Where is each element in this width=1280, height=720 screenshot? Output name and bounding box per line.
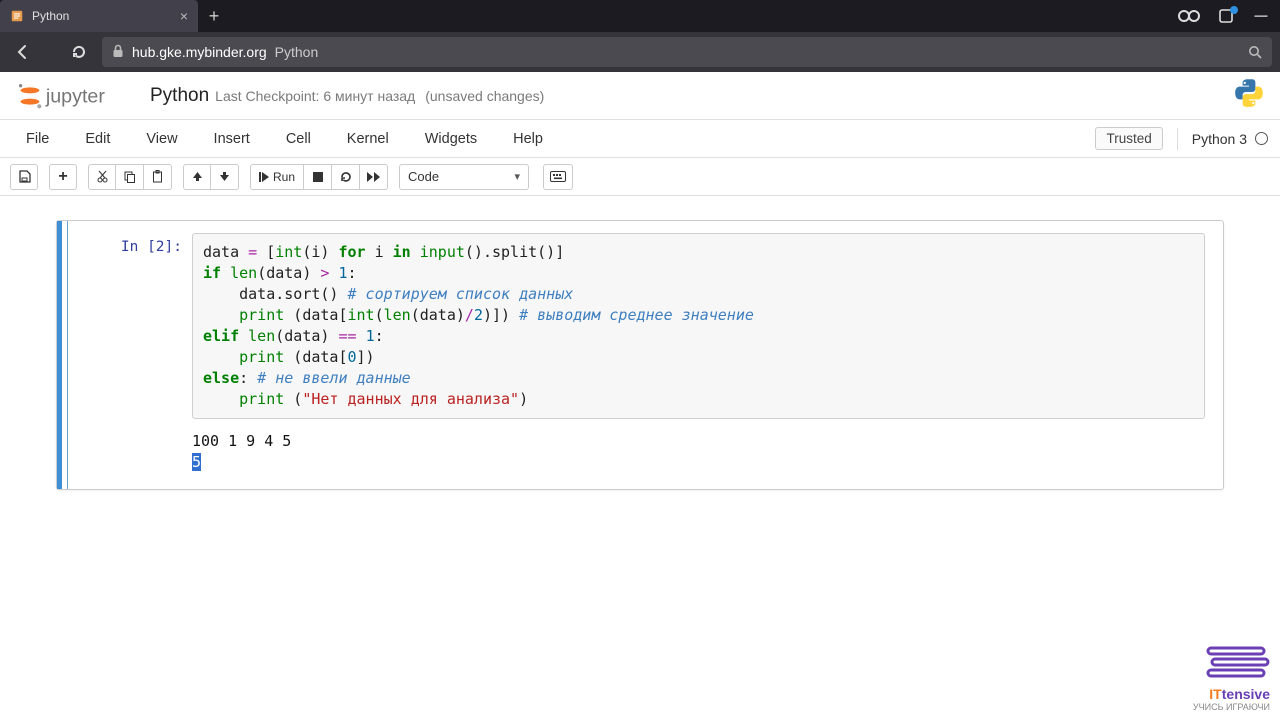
menu-kernel[interactable]: Kernel [329, 120, 407, 157]
browser-addressbar: hub.gke.mybinder.org Python [0, 32, 1280, 72]
watermark: ITtensive УЧИСЬ ИГРАЮЧИ [1193, 644, 1270, 712]
cut-button[interactable] [88, 164, 116, 190]
watermark-icon [1206, 644, 1270, 680]
restart-button[interactable] [332, 164, 360, 190]
paste-button[interactable] [144, 164, 172, 190]
unsaved-label: (unsaved changes) [425, 88, 544, 104]
cell-output: 100 1 9 4 5 5 [192, 431, 1205, 473]
menu-view[interactable]: View [128, 120, 195, 157]
output-stdin: 100 1 9 4 5 [192, 432, 291, 450]
code-cell[interactable]: In [2]: data = [int(i) for i in input().… [57, 221, 1223, 489]
new-tab-button[interactable]: + [198, 0, 230, 32]
interrupt-button[interactable] [304, 164, 332, 190]
tab-title: Python [32, 9, 180, 23]
input-prompt: In [2]: [62, 233, 192, 473]
move-up-button[interactable] [183, 164, 211, 190]
code-input[interactable]: data = [int(i) for i in input().split()]… [192, 233, 1205, 419]
run-button[interactable]: Run [250, 164, 304, 190]
menu-edit[interactable]: Edit [67, 120, 128, 157]
jupyter-logo-icon[interactable]: jupyter [14, 81, 134, 111]
checkpoint-label: Last Checkpoint: 6 минут назад [215, 88, 415, 104]
menu-widgets[interactable]: Widgets [407, 120, 495, 157]
output-result: 5 [192, 453, 201, 471]
menu-cell[interactable]: Cell [268, 120, 329, 157]
minimize-icon[interactable]: － [1252, 3, 1270, 29]
toolbar: + Run Code [0, 158, 1280, 196]
insert-cell-button[interactable]: + [49, 164, 77, 190]
save-button[interactable] [10, 164, 38, 190]
back-button[interactable] [8, 37, 38, 67]
svg-text:jupyter: jupyter [45, 85, 105, 107]
reload-button[interactable] [64, 37, 94, 67]
menu-help[interactable]: Help [495, 120, 561, 157]
notification-dot-icon [1230, 6, 1238, 14]
reader-icon[interactable] [1178, 10, 1200, 22]
url-host: hub.gke.mybinder.org [132, 44, 267, 60]
browser-tab[interactable]: Python × [0, 0, 198, 32]
jupyter-header: jupyter Python Last Checkpoint: 6 минут … [0, 72, 1280, 120]
restart-run-all-button[interactable] [360, 164, 388, 190]
notebook-name[interactable]: Python [150, 85, 209, 107]
kernel-name[interactable]: Python 3 [1177, 128, 1274, 150]
notebook: In [2]: data = [int(i) for i in input().… [56, 220, 1224, 490]
zoom-icon[interactable] [1248, 45, 1262, 59]
tab-close-icon[interactable]: × [180, 8, 188, 24]
python-logo-icon[interactable] [1232, 76, 1266, 115]
url-input[interactable]: hub.gke.mybinder.org Python [102, 37, 1272, 67]
move-down-button[interactable] [211, 164, 239, 190]
menubar: File Edit View Insert Cell Kernel Widget… [0, 120, 1280, 158]
lock-icon [112, 44, 124, 61]
kernel-indicator-icon [1255, 132, 1268, 145]
menu-file[interactable]: File [8, 120, 67, 157]
url-path: Python [275, 44, 319, 60]
menu-insert[interactable]: Insert [196, 120, 268, 157]
trusted-button[interactable]: Trusted [1095, 127, 1162, 150]
tab-favicon-icon [10, 9, 24, 23]
copy-button[interactable] [116, 164, 144, 190]
notebook-area: In [2]: data = [int(i) for i in input().… [0, 196, 1280, 720]
cell-type-select[interactable]: Code [399, 164, 529, 190]
command-palette-button[interactable] [543, 164, 573, 190]
extensions-icon[interactable] [1218, 8, 1234, 24]
browser-tabbar: Python × + － [0, 0, 1280, 32]
watermark-sub: УЧИСЬ ИГРАЮЧИ [1193, 702, 1270, 712]
